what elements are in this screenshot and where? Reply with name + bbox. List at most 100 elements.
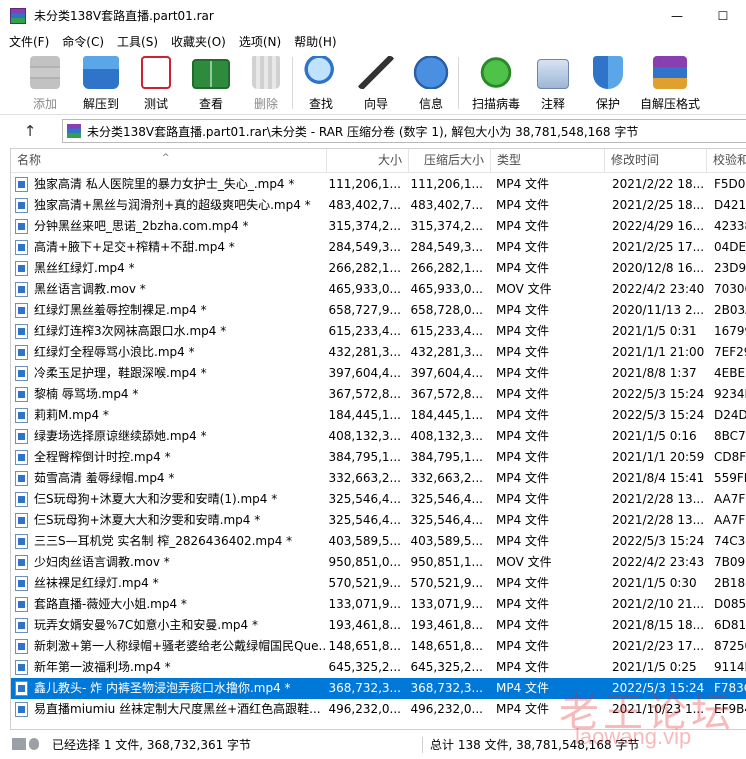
menu-tools[interactable]: 工具(S) [117,33,158,50]
file-packed-size: 193,461,8... [410,618,483,632]
minimize-button[interactable]: — [654,0,700,31]
file-crc: 7B095 [714,555,746,569]
add-button[interactable]: 添加 [15,54,75,112]
file-modified: 2021/2/28 13... [612,492,705,506]
column-crc[interactable]: 校验和 [707,149,746,173]
test-label: 测试 [143,97,168,111]
file-row[interactable]: 红绿灯连榨3次网袜高跟口水.mp4 * 615,233,4... 615,233,4… [11,321,746,342]
menu-favorites[interactable]: 收藏夹(O) [171,33,226,50]
file-type: MOV 文件 [496,282,552,296]
video-file-icon [15,576,28,591]
file-modified: 2022/5/3 15:24 [612,681,705,695]
wizard-label: 向导 [363,97,388,111]
file-crc: EF9B4 [714,702,746,716]
file-row[interactable]: 新年第一波福利场.mp4 * 645,325,2... 645,325,2... MP… [11,657,746,678]
menu-help[interactable]: 帮助(H) [294,33,336,50]
file-row[interactable]: 红绿灯黑丝羞辱控制裸足.mp4 * 658,727,9... 658,728,0..… [11,300,746,321]
test-button[interactable]: 测试 [126,54,186,112]
file-row[interactable]: 套路直播-薇娅大小姐.mp4 * 133,071,9... 133,071,9...… [11,594,746,615]
file-modified: 2021/2/10 21... [612,597,705,611]
menu-bar: 文件(F) 命令(C) 工具(S) 收藏夹(O) 选项(N) 帮助(H) [0,31,746,51]
file-packed-size: 367,572,8... [410,387,483,401]
file-row[interactable]: 茹雪高清 羞辱绿帽.mp4 * 332,663,2... 332,663,2... M… [11,468,746,489]
file-row[interactable]: 红绿灯全程辱骂小浪比.mp4 * 432,281,3... 432,281,3...… [11,342,746,363]
file-size: 325,546,4... [328,492,401,506]
winrar-app-icon[interactable] [10,7,26,24]
file-row[interactable]: 高清+腋下+足交+榨精+不甜.mp4 * 284,549,3... 284,549,… [11,237,746,258]
file-row[interactable]: 易直播miumiu 丝袜定制大尺度黑丝+酒红色高跟鞋... 496,232,0..… [11,699,746,720]
file-row[interactable]: 玩弄女婿安曼%7C如意小主和安曼.mp4 * 193,461,8... 193,46… [11,615,746,636]
file-name: 红绿灯黑丝羞辱控制裸足.mp4 * [34,303,207,317]
window-title: 未分类138V套路直播.part01.rar [34,9,214,23]
comment-button[interactable]: 注释 [523,54,583,112]
menu-options[interactable]: 选项(N) [239,33,281,50]
file-row[interactable]: 独家高清+黑丝与润滑剂+真的超级爽吧失心.mp4 * 483,402,7... 48… [11,195,746,216]
menu-file[interactable]: 文件(F) [9,33,49,50]
file-packed-size: 658,728,0... [410,303,483,317]
file-name: 三三S—耳机党 实名制 榨_2826436402.mp4 * [34,534,293,548]
virus-scan-button[interactable]: 扫描病毒 [466,54,526,112]
extract-to-button[interactable]: 解压到 [71,54,131,112]
file-crc: 7EF29 [714,345,746,359]
video-file-icon [15,261,28,276]
file-row[interactable]: 丝袜裸足红绿灯.mp4 * 570,521,9... 570,521,9... MP4… [11,573,746,594]
file-type: MP4 文件 [496,660,550,674]
file-type: MP4 文件 [496,177,550,191]
file-row[interactable]: 仨S玩母狗+沐夏大大和汐雯和安晴(1).mp4 * 325,546,4... 325… [11,489,746,510]
file-name-cell: 高清+腋下+足交+榨精+不甜.mp4 * [15,237,327,258]
up-arrow-icon[interactable]: ↑ [15,116,45,146]
file-crc: 2B03A [714,303,746,317]
file-size: 615,233,4... [328,324,401,338]
file-row[interactable]: 黎楠 辱骂场.mp4 * 367,572,8... 367,572,8... MP4 … [11,384,746,405]
column-packed[interactable]: 压缩后大小 [409,149,491,173]
file-size: 384,795,1... [328,450,401,464]
file-row[interactable]: 黑丝红绿灯.mp4 * 266,282,1... 266,282,1... MP4 文… [11,258,746,279]
file-name: 新年第一波福利场.mp4 * [34,660,171,674]
file-row[interactable]: 新刺激+第一人称绿帽+骚老婆给老公戴绿帽国民Que... 148,651,8...… [11,636,746,657]
file-size: 950,851,0... [328,555,401,569]
file-packed-size: 465,933,0... [410,282,483,296]
status-divider [422,737,423,753]
file-row[interactable]: 黑丝语言调教.mov * 465,933,0... 465,933,0... MOV … [11,279,746,300]
protect-button[interactable]: 保护 [578,54,638,112]
file-size: 193,461,8... [328,618,401,632]
delete-button[interactable]: 删除 [236,54,296,112]
delete-label: 删除 [253,97,278,111]
file-row[interactable]: 分钟黑丝来吧_思诺_2bzha.com.mp4 * 315,374,2... 315… [11,216,746,237]
maximize-button[interactable]: ☐ [700,0,746,31]
file-type: MP4 文件 [496,387,550,401]
column-type[interactable]: 类型 [491,149,605,173]
status-selection: 已经选择 1 文件, 368,732,361 字节 [52,738,252,752]
info-button[interactable]: 信息 [401,54,461,112]
column-size[interactable]: 大小 [327,149,409,173]
column-name[interactable]: 名称 ^ [11,149,327,173]
file-name: 红绿灯连榨3次网袜高跟口水.mp4 * [34,324,227,338]
path-field[interactable]: 未分类138V套路直播.part01.rar\未分类 - RAR 压缩分卷 (数… [62,119,746,143]
file-modified: 2021/1/1 21:00 [612,345,705,359]
file-modified: 2022/4/2 23:43 [612,555,705,569]
column-modified[interactable]: 修改时间 [605,149,707,173]
file-row[interactable]: 冷柔玉足护理，鞋跟深喉.mp4 * 397,604,4... 397,604,4..… [11,363,746,384]
file-crc: AA7FE [714,492,746,506]
file-row[interactable]: 三三S—耳机党 实名制 榨_2826436402.mp4 * 403,589,5.… [11,531,746,552]
view-button[interactable]: 查看 [181,54,241,112]
column-header: 名称 ^ 大小 压缩后大小 类型 修改时间 校验和 [11,149,746,173]
sfx-box-icon [653,56,687,89]
file-size: 570,521,9... [328,576,401,590]
file-row[interactable]: 全程臀榨倒计时控.mp4 * 384,795,1... 384,795,1... MP… [11,447,746,468]
wizard-button[interactable]: 向导 [346,54,406,112]
file-row[interactable]: 少妇肉丝语言调教.mov * 950,851,0... 950,851,1... MO… [11,552,746,573]
sfx-button[interactable]: 自解压格式 [640,54,700,112]
file-row[interactable]: 仨S玩母狗+沐夏大大和汐雯和安晴.mp4 * 325,546,4... 325,54… [11,510,746,531]
file-type: MP4 文件 [496,345,550,359]
file-name: 红绿灯全程辱骂小浪比.mp4 * [34,345,195,359]
file-list[interactable]: 名称 ^ 大小 压缩后大小 类型 修改时间 校验和 独家高清 私人医院里的暴力女… [10,148,746,730]
file-packed-size: 483,402,7... [410,198,483,212]
file-row[interactable]: 莉莉M.mp4 * 184,445,1... 184,445,1... MP4 文件 2… [11,405,746,426]
find-button[interactable]: 查找 [291,54,351,112]
menu-commands[interactable]: 命令(C) [62,33,104,50]
status-drive-icon[interactable] [12,738,42,752]
file-row[interactable]: 独家高清 私人医院里的暴力女护士_失心_.mp4 * 111,206,1... 11… [11,174,746,195]
file-row[interactable]: 鑫儿教头- 炸 内裤圣物浸泡弄痰口水撸你.mp4 * 368,732,3... 36… [11,678,746,699]
file-row[interactable]: 绿妻场选择原谅继续舔她.mp4 * 408,132,3... 408,132,3..… [11,426,746,447]
